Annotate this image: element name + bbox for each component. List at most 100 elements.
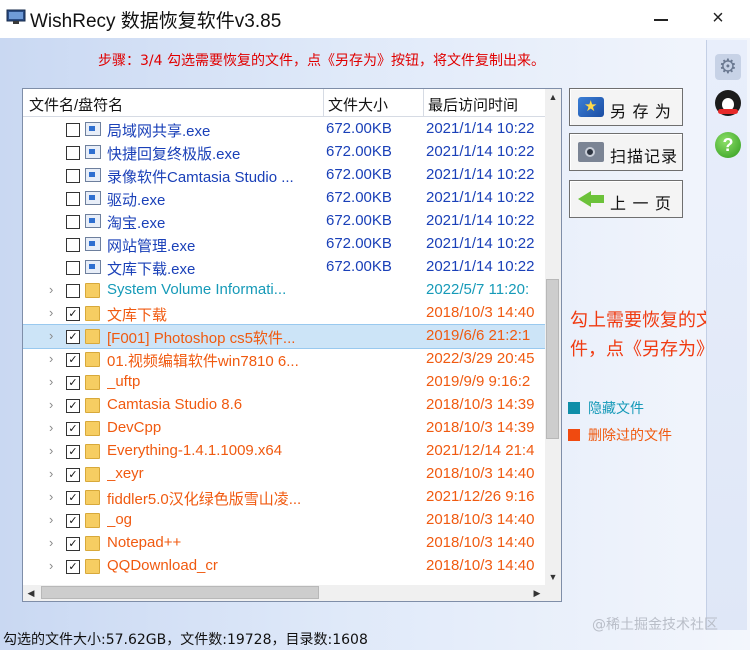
- app-icon: [6, 9, 26, 24]
- folder-icon: [85, 421, 100, 436]
- folder-icon: [85, 375, 100, 390]
- table-row[interactable]: 网站管理.exe 672.00KB 2021/1/14 10:22: [23, 233, 545, 256]
- expand-chevron-icon[interactable]: ›: [49, 443, 53, 458]
- table-row[interactable]: › ✓ Notepad++ 2018/10/3 14:40: [23, 532, 545, 555]
- expand-chevron-icon[interactable]: ›: [49, 374, 53, 389]
- row-name: DevCpp: [107, 419, 162, 436]
- table-row[interactable]: 局域网共享.exe 672.00KB 2021/1/14 10:22: [23, 118, 545, 141]
- table-row[interactable]: › ✓ 01.视频编辑软件win7810 6... 2022/3/29 20:45: [23, 348, 545, 371]
- table-row[interactable]: › ✓ 文库下载 2018/10/3 14:40: [23, 302, 545, 325]
- scan-log-button[interactable]: 扫描记录: [569, 133, 683, 171]
- row-date: 2021/1/14 10:22: [426, 189, 535, 206]
- folder-icon: [85, 306, 100, 321]
- row-checkbox[interactable]: [66, 146, 80, 160]
- minimize-icon: [654, 19, 668, 21]
- table-row[interactable]: 淘宝.exe 672.00KB 2021/1/14 10:22: [23, 210, 545, 233]
- expand-chevron-icon[interactable]: ›: [49, 535, 53, 550]
- save-icon: [578, 97, 604, 117]
- camera-icon: [578, 142, 604, 162]
- row-name: QQDownload_cr: [107, 557, 218, 574]
- expand-chevron-icon[interactable]: ›: [49, 466, 53, 481]
- row-size: 672.00KB: [326, 143, 392, 160]
- expand-chevron-icon[interactable]: ›: [49, 305, 53, 320]
- table-row[interactable]: › System Volume Informati... 2022/5/7 11:2…: [23, 279, 545, 302]
- table-row[interactable]: › ✓ _og 2018/10/3 14:40: [23, 509, 545, 532]
- table-row[interactable]: › ✓ _uftp 2019/9/9 9:16:2: [23, 371, 545, 394]
- row-date: 2018/10/3 14:40: [426, 465, 535, 482]
- scroll-down-icon[interactable]: ▼: [545, 569, 561, 585]
- row-checkbox[interactable]: ✓: [66, 445, 80, 459]
- row-checkbox[interactable]: ✓: [66, 399, 80, 413]
- expand-chevron-icon[interactable]: ›: [49, 489, 53, 504]
- table-row[interactable]: › ✓ Camtasia Studio 8.6 2018/10/3 14:39: [23, 394, 545, 417]
- horizontal-scroll-thumb[interactable]: [41, 586, 319, 599]
- row-checkbox[interactable]: [66, 284, 80, 298]
- row-checkbox[interactable]: ✓: [66, 537, 80, 551]
- row-checkbox[interactable]: ✓: [66, 514, 80, 528]
- row-checkbox[interactable]: ✓: [66, 353, 80, 367]
- row-checkbox[interactable]: [66, 123, 80, 137]
- expand-chevron-icon[interactable]: ›: [49, 351, 53, 366]
- close-button[interactable]: ×: [703, 3, 733, 33]
- table-row[interactable]: › ✓ QQDownload_cr 2018/10/3 14:40: [23, 555, 545, 578]
- table-row[interactable]: › ✓ fiddler5.0汉化绿色版雪山凌... 2021/12/26 9:16: [23, 486, 545, 509]
- expand-chevron-icon[interactable]: ›: [49, 397, 53, 412]
- table-row[interactable]: › ✓ DevCpp 2018/10/3 14:39: [23, 417, 545, 440]
- table-row[interactable]: 驱动.exe 672.00KB 2021/1/14 10:22: [23, 187, 545, 210]
- table-row[interactable]: › ✓ Everything-1.4.1.1009.x64 2021/12/14 21…: [23, 440, 545, 463]
- watermark: @稀土掘金技术社区: [592, 617, 718, 633]
- table-row[interactable]: › ✓ [F001] Photoshop cs5软件... 2019/6/6 21:2…: [23, 324, 546, 349]
- vertical-scrollbar[interactable]: ▲ ▼: [545, 89, 561, 585]
- row-date: 2021/1/14 10:22: [426, 212, 535, 229]
- row-checkbox[interactable]: [66, 238, 80, 252]
- scroll-left-icon[interactable]: ◀: [23, 585, 39, 601]
- expand-chevron-icon[interactable]: ›: [49, 328, 53, 343]
- row-size: 672.00KB: [326, 120, 392, 137]
- horizontal-scrollbar[interactable]: ◀ ▶: [23, 585, 545, 601]
- row-checkbox[interactable]: ✓: [66, 307, 80, 321]
- row-checkbox[interactable]: ✓: [66, 376, 80, 390]
- vertical-scroll-thumb[interactable]: [546, 279, 559, 439]
- table-row[interactable]: 文库下载.exe 672.00KB 2021/1/14 10:22: [23, 256, 545, 279]
- save-as-label: 另 存 为: [610, 104, 672, 121]
- expand-chevron-icon[interactable]: ›: [49, 282, 53, 297]
- row-checkbox[interactable]: [66, 192, 80, 206]
- help-icon[interactable]: ?: [715, 132, 741, 158]
- table-row[interactable]: 快捷回复终极版.exe 672.00KB 2021/1/14 10:22: [23, 141, 545, 164]
- qq-icon[interactable]: [715, 90, 741, 116]
- expand-chevron-icon[interactable]: ›: [49, 558, 53, 573]
- column-size-header[interactable]: 文件大小: [328, 94, 388, 115]
- row-checkbox[interactable]: ✓: [66, 468, 80, 482]
- row-checkbox[interactable]: ✓: [66, 422, 80, 436]
- row-date: 2021/1/14 10:22: [426, 143, 535, 160]
- row-checkbox[interactable]: ✓: [66, 330, 80, 344]
- column-name-header[interactable]: 文件名/盘符名: [29, 94, 123, 115]
- scroll-right-icon[interactable]: ▶: [529, 585, 545, 601]
- file-icon: [85, 145, 101, 159]
- folder-icon: [85, 329, 100, 344]
- expand-chevron-icon[interactable]: ›: [49, 420, 53, 435]
- folder-icon: [85, 559, 100, 574]
- row-checkbox[interactable]: [66, 261, 80, 275]
- row-name: 录像软件Camtasia Studio ...: [107, 169, 294, 186]
- save-as-button[interactable]: 另 存 为: [569, 88, 683, 126]
- table-row[interactable]: › ✓ _xeyr 2018/10/3 14:40: [23, 463, 545, 486]
- column-date-header[interactable]: 最后访问时间: [428, 94, 518, 115]
- settings-icon[interactable]: [715, 54, 741, 80]
- row-checkbox[interactable]: ✓: [66, 491, 80, 505]
- row-checkbox[interactable]: [66, 169, 80, 183]
- row-checkbox[interactable]: ✓: [66, 560, 80, 574]
- row-date: 2018/10/3 14:40: [426, 511, 535, 528]
- scroll-up-icon[interactable]: ▲: [545, 89, 561, 105]
- row-name: _xeyr: [107, 465, 144, 482]
- row-name: 局域网共享.exe: [107, 123, 211, 140]
- previous-page-button[interactable]: 上 一 页: [569, 180, 683, 218]
- row-checkbox[interactable]: [66, 215, 80, 229]
- minimize-button[interactable]: [646, 3, 676, 33]
- expand-chevron-icon[interactable]: ›: [49, 512, 53, 527]
- table-row[interactable]: 录像软件Camtasia Studio ... 672.00KB 2021/1/14…: [23, 164, 545, 187]
- folder-icon: [85, 352, 100, 367]
- folder-icon: [85, 536, 100, 551]
- row-date: 2022/5/7 11:20:: [426, 281, 530, 298]
- row-date: 2021/1/14 10:22: [426, 258, 535, 275]
